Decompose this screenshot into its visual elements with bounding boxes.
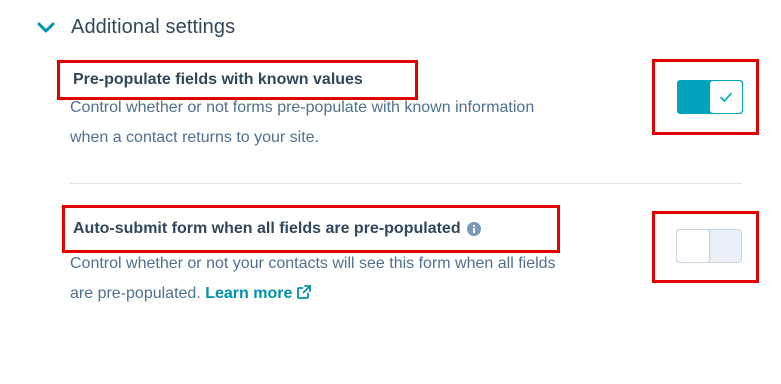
prepopulate-title: Pre-populate fields with known values (73, 71, 363, 88)
external-link-icon[interactable] (296, 284, 312, 300)
toggle-knob (709, 80, 743, 114)
settings-panel: Additional settings Pre-populate fields … (0, 0, 781, 384)
section-title: Additional settings (71, 16, 236, 38)
toggle-knob (676, 229, 710, 263)
prepopulate-description-line1: Control whether or not forms pre-populat… (70, 99, 535, 116)
autosubmit-title: Auto-submit form when all fields are pre… (73, 220, 461, 237)
divider (70, 183, 742, 184)
learn-more-link[interactable]: Learn more (205, 285, 312, 302)
info-icon[interactable] (466, 222, 481, 236)
autosubmit-description-line2: are pre-populated. Learn more (70, 279, 690, 309)
autosubmit-description-prefix: are pre-populated. (70, 285, 201, 302)
chevron-down-icon (37, 22, 55, 32)
additional-settings-header[interactable]: Additional settings (36, 16, 235, 39)
check-icon (720, 92, 732, 102)
prepopulate-description: Control whether or not forms pre-populat… (70, 93, 670, 153)
autosubmit-description: Control whether or not your contacts wil… (70, 249, 690, 309)
autosubmit-title-highlight: Auto-submit form when all fields are pre… (62, 205, 560, 253)
autosubmit-description-line1: Control whether or not your contacts wil… (70, 255, 556, 272)
prepopulate-description-line2: when a contact returns to your site. (70, 129, 320, 146)
learn-more-label[interactable]: Learn more (205, 285, 292, 302)
autosubmit-toggle[interactable] (676, 229, 742, 263)
prepopulate-toggle[interactable] (677, 80, 743, 114)
